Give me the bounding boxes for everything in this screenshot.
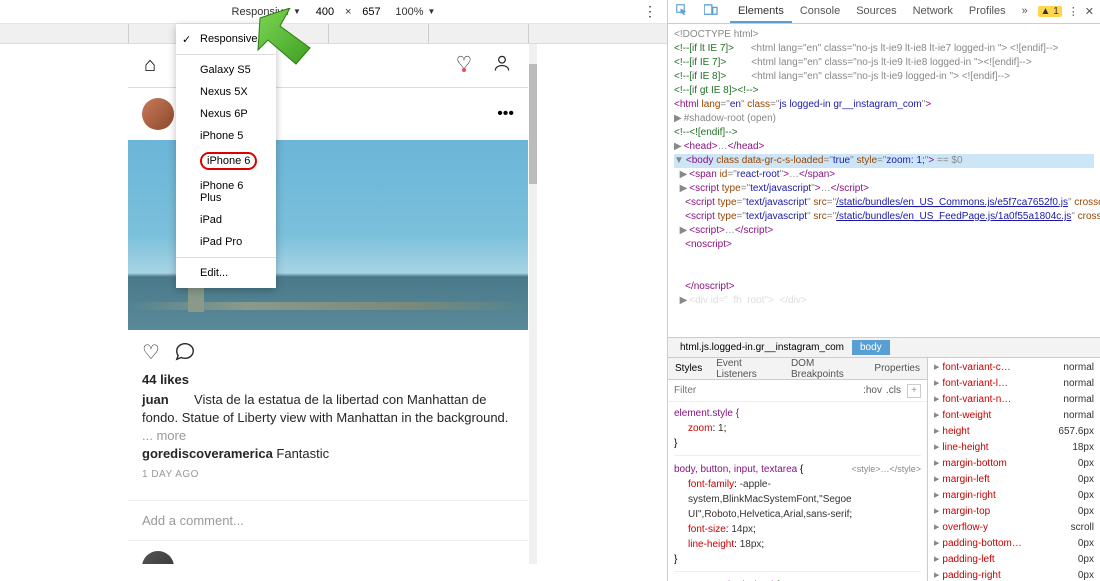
computed-row[interactable]: ▶font-weightnormal [932, 408, 1096, 424]
comment: gorediscoveramerica Fantastic [142, 446, 514, 461]
computed-row[interactable]: ▶font-variant-n…normal [932, 392, 1096, 408]
dimensions: × [309, 6, 387, 18]
more-link[interactable]: ... more [142, 428, 186, 443]
device-item-nexus-6p[interactable]: Nexus 6P [176, 103, 276, 125]
sub-tab-styles[interactable]: Styles [668, 360, 709, 377]
home-icon[interactable]: ⌂ [144, 54, 156, 77]
avatar[interactable] [142, 551, 174, 564]
sub-tab-properties[interactable]: Properties [867, 360, 927, 377]
zoom-selector[interactable]: 100%▼ [395, 6, 435, 18]
computed-row[interactable]: ▶margin-top0px [932, 504, 1096, 520]
computed-row[interactable]: ▶font-variant-c…normal [932, 360, 1096, 376]
computed-row[interactable]: ▶margin-right0px [932, 488, 1096, 504]
css-rules[interactable]: element.style { zoom: 1; } body, button,… [668, 402, 927, 581]
device-menu: ✓Responsive Galaxy S5 Nexus 5X Nexus 6P … [176, 24, 276, 288]
computed-row[interactable]: ▶margin-left0px [932, 472, 1096, 488]
device-selector[interactable]: Responsive▼ [232, 6, 301, 18]
more-options-icon[interactable]: ⋮ [643, 3, 657, 20]
device-item-ipad[interactable]: iPad [176, 209, 276, 231]
tab-profiles[interactable]: Profiles [961, 1, 1014, 23]
device-item-iphone-5[interactable]: iPhone 5 [176, 125, 276, 147]
device-item-galaxy-s5[interactable]: Galaxy S5 [176, 59, 276, 81]
device-item-ipad-pro[interactable]: iPad Pro [176, 231, 276, 253]
computed-row[interactable]: ▶padding-left0px [932, 552, 1096, 568]
warning-badge[interactable]: ▲ 1 [1038, 6, 1062, 17]
computed-row[interactable]: ▶font-variant-l…normal [932, 376, 1096, 392]
timestamp: 1 DAY AGO [142, 469, 514, 480]
device-item-edit[interactable]: Edit... [176, 262, 276, 284]
elements-tree[interactable]: <!DOCTYPE html> <!--[if lt IE 7]> <html … [668, 24, 1100, 337]
devtools-menu-icon[interactable]: ⋮ [1068, 5, 1079, 18]
tab-console[interactable]: Console [792, 1, 848, 23]
tab-network[interactable]: Network [905, 1, 961, 23]
sub-tab-event-listeners[interactable]: Event Listeners [709, 355, 784, 383]
add-comment-input[interactable]: Add a comment... [128, 500, 528, 540]
computed-row[interactable]: ▶overflow-yscroll [932, 520, 1096, 536]
device-toggle-icon[interactable] [696, 0, 726, 23]
post-more-icon[interactable]: ••• [497, 105, 514, 123]
tab-more[interactable]: » [1014, 1, 1036, 23]
cls-toggle[interactable]: .cls [886, 385, 901, 396]
device-item-iphone-6-plus[interactable]: iPhone 6 Plus [176, 175, 276, 209]
like-icon[interactable]: ♡ [142, 340, 160, 368]
scrollbar[interactable] [529, 44, 537, 564]
computed-row[interactable]: ▶padding-right0px [932, 568, 1096, 581]
height-input[interactable] [355, 6, 387, 18]
device-preview-pane: Responsive▼ × 100%▼ ⋮ [0, 0, 668, 581]
tab-sources[interactable]: Sources [848, 1, 904, 23]
likes-count[interactable]: 44 likes [142, 372, 514, 387]
crumb-body[interactable]: body [852, 340, 890, 355]
device-item-responsive[interactable]: ✓Responsive [176, 28, 276, 50]
tab-elements[interactable]: Elements [730, 1, 792, 23]
device-item-iphone-6[interactable]: iPhone 6 [176, 147, 276, 175]
crumb-html[interactable]: html.js.logged-in.gr__instagram_com [672, 340, 852, 355]
ruler [0, 24, 667, 44]
device-item-nexus-5x[interactable]: Nexus 5X [176, 81, 276, 103]
profile-icon[interactable] [492, 53, 512, 78]
computed-pane[interactable]: ▶font-variant-c…normal▶font-variant-l…no… [928, 358, 1100, 581]
filter-input[interactable] [674, 385, 859, 396]
styles-tabs: Styles Event Listeners DOM Breakpoints P… [668, 358, 927, 380]
computed-row[interactable]: ▶height657.6px [932, 424, 1096, 440]
avatar[interactable] [142, 98, 174, 130]
width-input[interactable] [309, 6, 341, 18]
styles-pane: Styles Event Listeners DOM Breakpoints P… [668, 358, 928, 581]
dim-sep: × [345, 6, 351, 18]
devtools-pane: Elements Console Sources Network Profile… [668, 0, 1100, 581]
hov-toggle[interactable]: :hov [863, 385, 882, 396]
device-toolbar: Responsive▼ × 100%▼ ⋮ [0, 0, 667, 24]
sub-tab-dom-breakpoints[interactable]: DOM Breakpoints [784, 355, 867, 383]
new-rule-button[interactable]: + [907, 384, 921, 398]
comment-icon[interactable] [174, 340, 196, 368]
inspect-icon[interactable] [668, 0, 696, 23]
computed-row[interactable]: ▶line-height18px [932, 440, 1096, 456]
devtools-toolbar: Elements Console Sources Network Profile… [668, 0, 1100, 24]
caption: juan Vista de la estatua de la libertad … [142, 391, 514, 446]
computed-row[interactable]: ▶padding-bottom…0px [932, 536, 1096, 552]
activity-icon[interactable]: ♡ [456, 53, 472, 78]
computed-row[interactable]: ▶margin-bottom0px [932, 456, 1096, 472]
close-devtools-icon[interactable]: ✕ [1085, 5, 1094, 18]
selected-element: ▼<body class data-gr-c-s-loaded="true" s… [674, 154, 1094, 168]
